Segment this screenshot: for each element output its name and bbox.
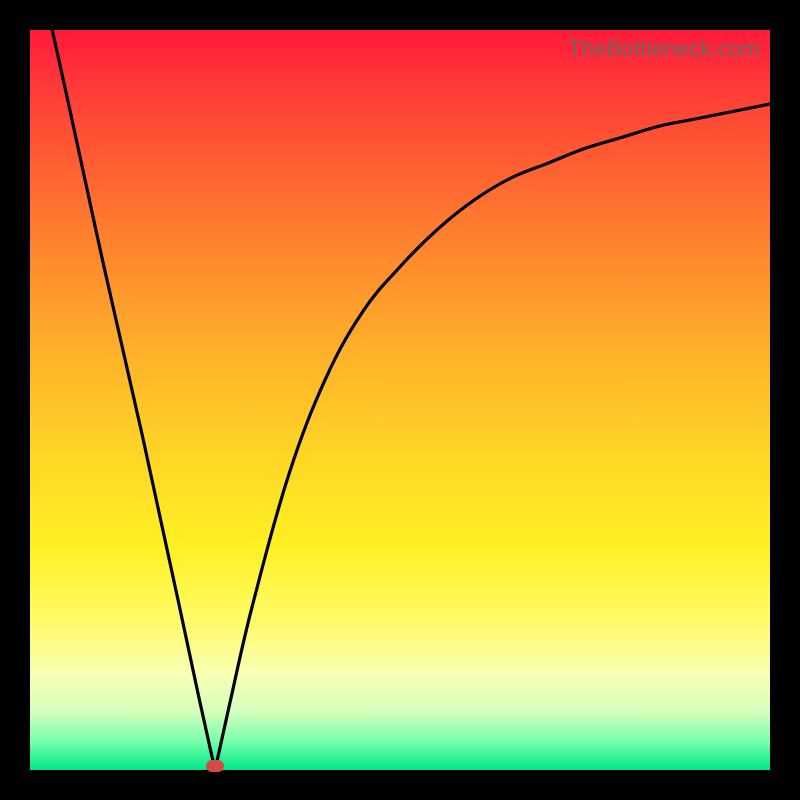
bottleneck-curve: [30, 30, 770, 770]
minimum-marker: [206, 760, 224, 772]
plot-area: TheBottleneck.com: [30, 30, 770, 770]
curve-path: [52, 30, 770, 770]
